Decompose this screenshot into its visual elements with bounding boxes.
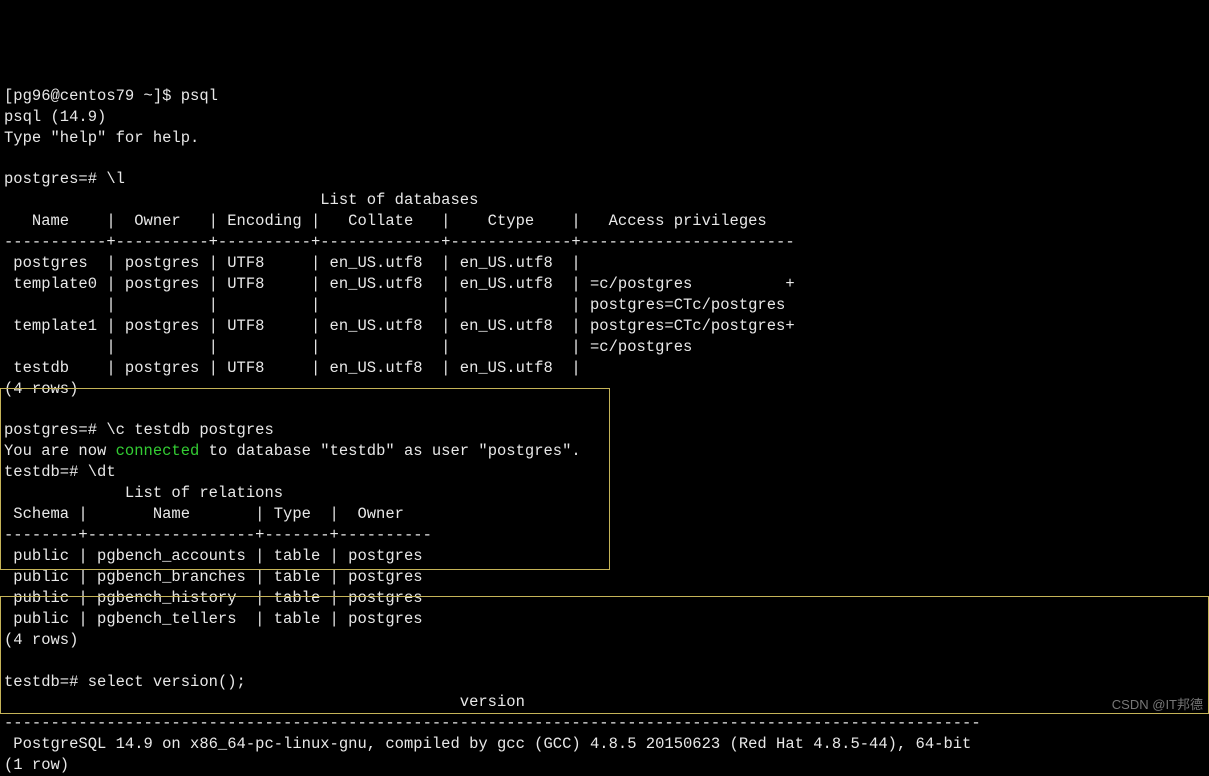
rel-list-separator: --------+------------------+-------+----…: [4, 526, 432, 544]
command-list-db: \l: [106, 170, 125, 188]
row-count: (1 row): [4, 756, 69, 774]
table-row: public | pgbench_branches | table | post…: [4, 568, 423, 586]
command-psql: psql: [181, 87, 218, 105]
table-row: postgres | postgres | UTF8 | en_US.utf8 …: [4, 254, 590, 272]
postgres-prompt: postgres=#: [4, 170, 106, 188]
shell-prompt: [pg96@centos79 ~]$: [4, 87, 181, 105]
version-header: version: [4, 693, 981, 711]
command-version: select version();: [88, 673, 246, 691]
connected-word: connected: [116, 442, 200, 460]
rel-list-header: Schema | Name | Type | Owner: [4, 505, 432, 523]
connect-msg-pre: You are now: [4, 442, 116, 460]
psql-banner: psql (14.9): [4, 108, 106, 126]
testdb-prompt: testdb=#: [4, 673, 88, 691]
command-dt: \dt: [88, 463, 116, 481]
db-list-separator: -----------+----------+----------+------…: [4, 233, 795, 251]
testdb-prompt: testdb=#: [4, 463, 88, 481]
row-count: (4 rows): [4, 631, 78, 649]
db-list-header: Name | Owner | Encoding | Collate | Ctyp…: [4, 212, 795, 230]
table-row: public | pgbench_tellers | table | postg…: [4, 610, 423, 628]
table-row: public | pgbench_accounts | table | post…: [4, 547, 423, 565]
command-connect: \c testdb postgres: [106, 421, 273, 439]
rel-list-title: List of relations: [4, 484, 283, 502]
connect-msg-post: to database "testdb" as user "postgres".: [199, 442, 580, 460]
watermark: CSDN @IT邦德: [1112, 696, 1203, 714]
table-row: public | pgbench_history | table | postg…: [4, 589, 423, 607]
table-row: template0 | postgres | UTF8 | en_US.utf8…: [4, 275, 795, 293]
db-list-title: List of databases: [4, 191, 478, 209]
psql-help-hint: Type "help" for help.: [4, 129, 199, 147]
row-count: (4 rows): [4, 380, 78, 398]
postgres-prompt: postgres=#: [4, 421, 106, 439]
table-row: testdb | postgres | UTF8 | en_US.utf8 | …: [4, 359, 590, 377]
version-separator: ----------------------------------------…: [4, 714, 981, 732]
version-row: PostgreSQL 14.9 on x86_64-pc-linux-gnu, …: [4, 735, 971, 753]
table-row: | | | | | postgres=CTc/postgres: [4, 296, 785, 314]
table-row: | | | | | =c/postgres: [4, 338, 692, 356]
table-row: template1 | postgres | UTF8 | en_US.utf8…: [4, 317, 795, 335]
